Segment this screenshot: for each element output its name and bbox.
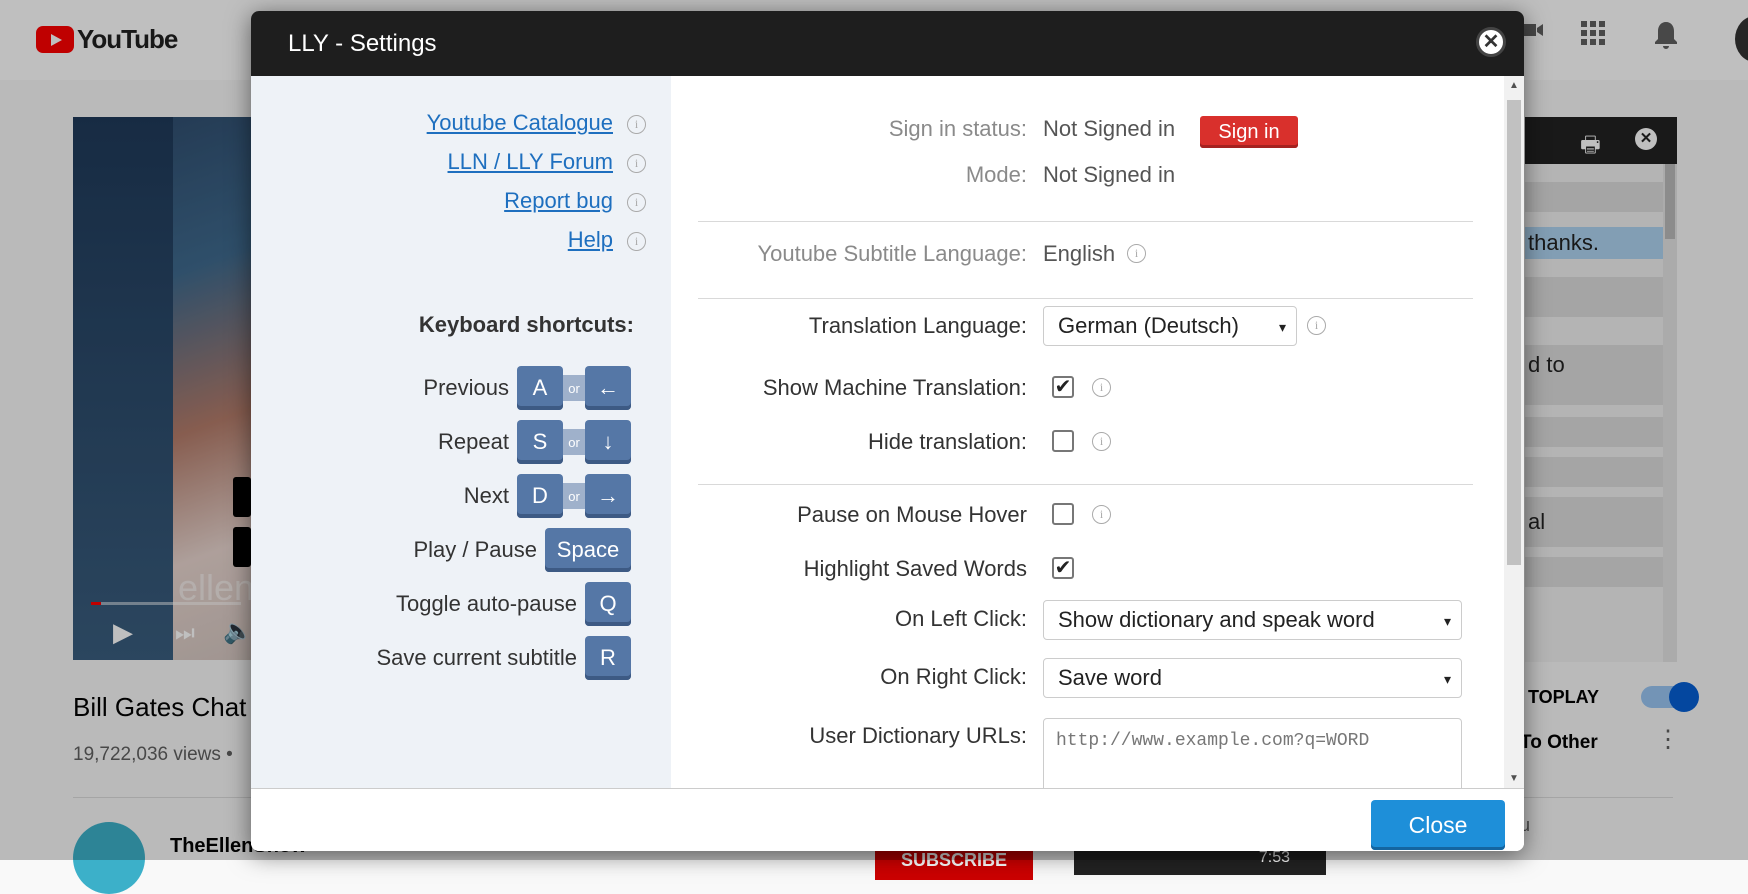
sign-in-status-value: Not Signed in <box>1043 116 1176 141</box>
close-button[interactable]: Close <box>1371 800 1505 850</box>
modal-body: Youtube Catalogue i LLN / LLY Forum i Re… <box>251 76 1524 788</box>
info-icon[interactable]: i <box>1092 378 1111 397</box>
key-down-arrow: ↓ <box>585 420 631 464</box>
scroll-up-icon[interactable]: ▲ <box>1509 80 1519 91</box>
on-left-click-select[interactable]: Show dictionary and speak word ▾ <box>1043 600 1462 640</box>
pause-on-hover-label: Pause on Mouse Hover <box>797 502 1027 527</box>
shortcut-label: Repeat <box>438 429 509 454</box>
on-right-click-value: Save word <box>1058 665 1162 690</box>
shortcut-toggle-auto-pause: Toggle auto-pause Q <box>396 581 631 627</box>
link-forum[interactable]: LLN / LLY Forum i <box>448 149 646 175</box>
yt-subtitle-language-label: Youtube Subtitle Language: <box>757 241 1027 266</box>
or-label: or <box>563 375 585 401</box>
chevron-down-icon: ▾ <box>1278 319 1286 335</box>
info-icon[interactable]: i <box>1127 244 1146 263</box>
report-bug-link[interactable]: Report bug <box>504 188 613 214</box>
key-s: S <box>517 420 563 464</box>
on-left-click-value: Show dictionary and speak word <box>1058 607 1375 632</box>
link-report-bug[interactable]: Report bug i <box>504 188 646 214</box>
left-pane: Youtube Catalogue i LLN / LLY Forum i Re… <box>251 76 671 788</box>
highlight-saved-words-label: Highlight Saved Words <box>803 556 1027 581</box>
mode-value: Not Signed in <box>1043 162 1176 187</box>
key-a: A <box>517 366 563 410</box>
modal-header: LLY - Settings ✕ <box>251 11 1524 76</box>
pause-on-hover-checkbox[interactable] <box>1052 503 1074 525</box>
key-q: Q <box>585 582 631 626</box>
section-divider <box>698 298 1473 299</box>
show-machine-translation-label: Show Machine Translation: <box>762 375 1027 400</box>
settings-modal: LLY - Settings ✕ Youtube Catalogue i LLN… <box>251 11 1524 851</box>
on-left-click-label: On Left Click: <box>894 606 1027 631</box>
modal-close-icon[interactable]: ✕ <box>1476 27 1506 57</box>
info-icon[interactable]: i <box>627 154 646 173</box>
info-icon[interactable]: i <box>627 232 646 251</box>
hide-translation-label: Hide translation: <box>868 429 1027 454</box>
forum-link[interactable]: LLN / LLY Forum <box>448 149 613 175</box>
scroll-down-icon[interactable]: ▼ <box>1509 773 1519 784</box>
user-dictionary-urls-textarea[interactable]: http://www.example.com?q=WORD <box>1043 718 1462 788</box>
chevron-down-icon: ▾ <box>1443 613 1451 629</box>
sign-in-status-label: Sign in status: <box>888 116 1027 141</box>
info-icon[interactable]: i <box>1092 432 1111 451</box>
youtube-catalogue-link[interactable]: Youtube Catalogue <box>427 110 613 136</box>
settings-scrollbar[interactable]: ▲ ▼ <box>1504 76 1524 788</box>
or-label: or <box>563 429 585 455</box>
translation-language-select[interactable]: German (Deutsch) ▾ <box>1043 306 1297 346</box>
shortcut-repeat: Repeat S or ↓ <box>438 419 631 465</box>
settings-labels: Sign in status: Mode: Youtube Subtitle L… <box>671 76 1027 788</box>
help-link[interactable]: Help <box>568 227 613 253</box>
highlight-saved-words-checkbox[interactable]: ✔ <box>1052 557 1074 579</box>
chevron-down-icon: ▾ <box>1443 671 1451 687</box>
mode-label: Mode: <box>965 162 1027 187</box>
settings-pane: Sign in status: Mode: Youtube Subtitle L… <box>671 76 1504 788</box>
show-machine-translation-checkbox[interactable]: ✔ <box>1052 376 1074 398</box>
shortcut-label: Previous <box>423 375 509 400</box>
key-d: D <box>517 474 563 518</box>
modal-title: LLY - Settings <box>288 30 437 57</box>
shortcut-play-pause: Play / Pause Space <box>413 527 631 573</box>
info-icon[interactable]: i <box>627 115 646 134</box>
shortcut-save-subtitle: Save current subtitle R <box>376 635 631 681</box>
info-icon[interactable]: i <box>1307 316 1326 335</box>
or-label: or <box>563 483 585 509</box>
shortcut-label: Save current subtitle <box>376 645 577 670</box>
section-divider <box>698 221 1473 222</box>
key-right-arrow: → <box>585 474 631 518</box>
shortcut-label: Next <box>463 483 509 508</box>
info-icon[interactable]: i <box>1092 505 1111 524</box>
shortcut-previous: Previous A or ← <box>423 365 631 411</box>
yt-subtitle-language-value: English <box>1043 241 1116 266</box>
user-dictionary-urls-label: User Dictionary URLs: <box>809 723 1027 748</box>
keyboard-shortcuts-title: Keyboard shortcuts: <box>418 312 634 337</box>
key-left-arrow: ← <box>585 366 631 410</box>
translation-language-label: Translation Language: <box>808 313 1027 338</box>
section-divider <box>698 484 1473 485</box>
scrollbar-thumb[interactable] <box>1507 100 1521 565</box>
link-youtube-catalogue[interactable]: Youtube Catalogue i <box>427 110 646 136</box>
link-help[interactable]: Help i <box>568 227 646 253</box>
modal-footer: Close <box>251 788 1524 851</box>
shortcut-label: Play / Pause <box>413 537 537 562</box>
info-icon[interactable]: i <box>627 193 646 212</box>
hide-translation-checkbox[interactable] <box>1052 430 1074 452</box>
translation-language-value: German (Deutsch) <box>1058 313 1239 338</box>
shortcut-next: Next D or → <box>464 473 631 519</box>
on-right-click-label: On Right Click: <box>880 664 1027 689</box>
key-r: R <box>585 636 631 680</box>
on-right-click-select[interactable]: Save word ▾ <box>1043 658 1462 698</box>
key-space: Space <box>545 528 631 572</box>
sign-in-button[interactable]: Sign in <box>1200 116 1298 148</box>
shortcut-label: Toggle auto-pause <box>395 591 577 616</box>
